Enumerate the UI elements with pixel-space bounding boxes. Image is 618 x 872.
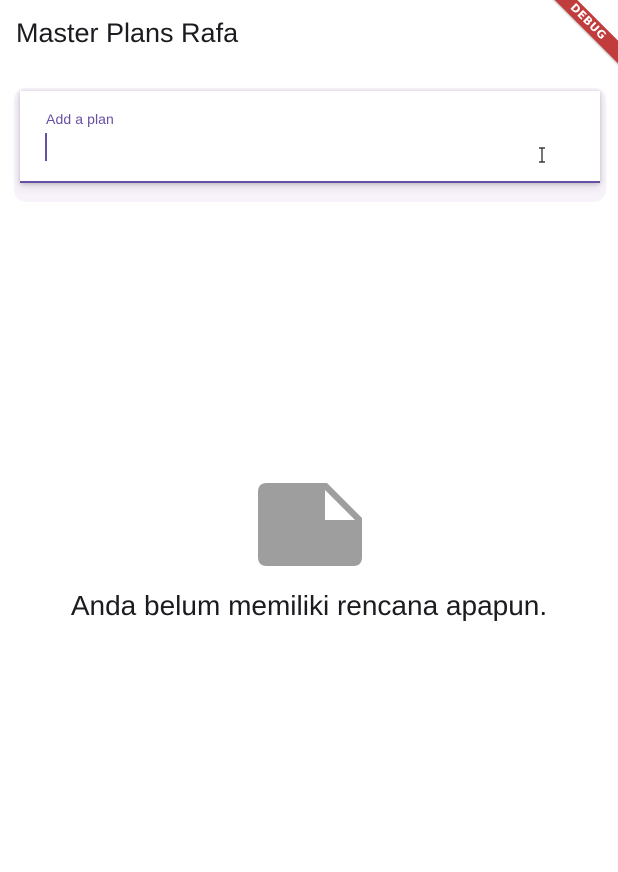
text-caret — [45, 133, 47, 161]
add-plan-underline — [20, 181, 600, 183]
note-icon — [258, 483, 362, 566]
app-title: Master Plans Rafa — [16, 18, 239, 48]
add-plan-field[interactable]: Add a plan — [20, 91, 600, 183]
empty-state-message: Anda belum memiliki rencana apapun. — [70, 590, 548, 621]
app-bar: Master Plans Rafa — [0, 0, 618, 64]
add-plan-input[interactable] — [48, 133, 578, 161]
text-cursor-icon — [539, 147, 545, 163]
app-screen: Master Plans Rafa DEBUG Add a plan Anda … — [0, 0, 618, 872]
add-plan-label: Add a plan — [46, 111, 114, 127]
